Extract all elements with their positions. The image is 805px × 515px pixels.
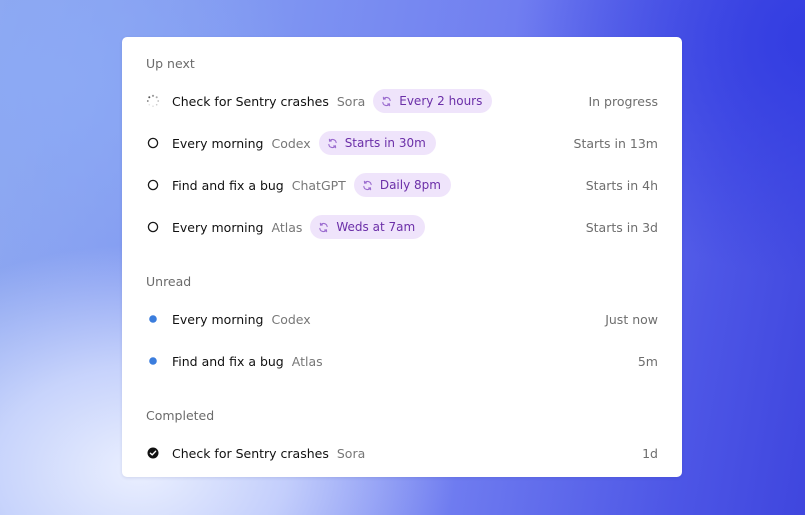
task-app: Sora bbox=[336, 445, 366, 461]
schedule-chip[interactable]: Daily 8pm bbox=[353, 173, 451, 197]
task-status-text: Starts in 13m bbox=[573, 135, 658, 151]
schedule-label: Every 2 hours bbox=[399, 94, 483, 108]
task-row-up-next-4[interactable]: Every morning Atlas Weds at 7am Starts i… bbox=[146, 215, 658, 239]
unread-heading: Unread bbox=[146, 274, 192, 289]
empty-circle-icon bbox=[146, 178, 160, 192]
spinner-icon bbox=[146, 94, 160, 108]
task-row-up-next-2[interactable]: Every morning Codex Starts in 30m Starts… bbox=[146, 131, 658, 155]
task-title: Every morning bbox=[172, 135, 264, 151]
schedule-label: Starts in 30m bbox=[344, 136, 426, 150]
unread-dot-icon bbox=[146, 312, 160, 326]
repeat-icon bbox=[381, 96, 392, 107]
task-title: Check for Sentry crashes bbox=[172, 445, 329, 461]
task-time: 1d bbox=[642, 445, 658, 461]
tasks-panel: Up next Check for Sentry crashes Sora Ev… bbox=[122, 37, 682, 477]
task-app: ChatGPT bbox=[291, 177, 346, 193]
task-title: Every morning bbox=[172, 219, 264, 235]
repeat-icon bbox=[362, 180, 373, 191]
task-row-up-next-3[interactable]: Find and fix a bug ChatGPT Daily 8pm Sta… bbox=[146, 173, 658, 197]
check-circle-icon bbox=[146, 446, 160, 460]
schedule-label: Weds at 7am bbox=[336, 220, 416, 234]
task-title: Find and fix a bug bbox=[172, 353, 284, 369]
schedule-chip[interactable]: Starts in 30m bbox=[318, 131, 436, 155]
task-status-text: Starts in 4h bbox=[585, 177, 658, 193]
task-app: Atlas bbox=[291, 353, 323, 369]
unread-dot-icon bbox=[146, 354, 160, 368]
task-app: Atlas bbox=[271, 219, 303, 235]
task-app: Sora bbox=[336, 93, 366, 109]
task-time: Just now bbox=[605, 311, 658, 327]
task-title: Every morning bbox=[172, 311, 264, 327]
task-app: Codex bbox=[271, 311, 311, 327]
task-app: Codex bbox=[271, 135, 311, 151]
task-title: Find and fix a bug bbox=[172, 177, 284, 193]
task-status-text: Starts in 3d bbox=[585, 219, 658, 235]
task-row-unread-2[interactable]: Find and fix a bug Atlas 5m bbox=[146, 349, 658, 373]
empty-circle-icon bbox=[146, 220, 160, 234]
completed-heading: Completed bbox=[146, 408, 215, 423]
task-row-completed-1[interactable]: Check for Sentry crashes Sora 1d bbox=[146, 441, 658, 465]
task-status-text: In progress bbox=[588, 93, 658, 109]
task-row-unread-1[interactable]: Every morning Codex Just now bbox=[146, 307, 658, 331]
repeat-icon bbox=[327, 138, 338, 149]
up-next-heading: Up next bbox=[146, 56, 195, 71]
task-title: Check for Sentry crashes bbox=[172, 93, 329, 109]
repeat-icon bbox=[318, 222, 329, 233]
task-time: 5m bbox=[637, 353, 658, 369]
empty-circle-icon bbox=[146, 136, 160, 150]
task-row-up-next-1[interactable]: Check for Sentry crashes Sora Every 2 ho… bbox=[146, 89, 658, 113]
schedule-chip[interactable]: Weds at 7am bbox=[310, 215, 426, 239]
schedule-label: Daily 8pm bbox=[379, 178, 441, 192]
schedule-chip[interactable]: Every 2 hours bbox=[373, 89, 493, 113]
